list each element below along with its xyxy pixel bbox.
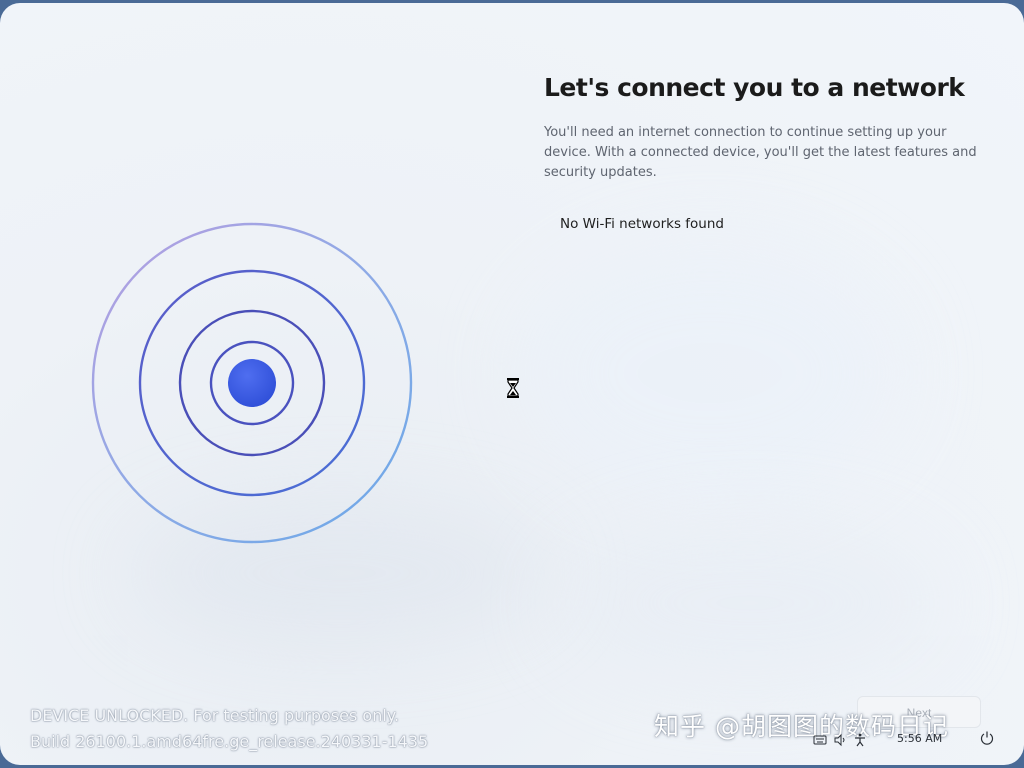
wifi-list-empty-message: No Wi-Fi networks found bbox=[560, 216, 724, 232]
page-description: You'll need an internet connection to co… bbox=[544, 125, 977, 180]
page-title: Let's connect you to a network bbox=[544, 73, 965, 102]
background-glow bbox=[560, 523, 940, 683]
network-rings-icon bbox=[91, 222, 413, 544]
power-icon[interactable] bbox=[979, 730, 995, 746]
keyboard-language-icon[interactable] bbox=[812, 732, 828, 748]
accessibility-icon[interactable] bbox=[852, 732, 868, 748]
device-watermark: DEVICE UNLOCKED. For testing purposes on… bbox=[30, 703, 428, 755]
oobe-window: Let's connect you to a network You'll ne… bbox=[0, 3, 1024, 765]
device-notice-text: DEVICE UNLOCKED. For testing purposes on… bbox=[30, 706, 400, 725]
volume-icon[interactable] bbox=[832, 732, 848, 748]
background-glow bbox=[520, 243, 900, 503]
hourglass-icon bbox=[507, 378, 519, 398]
clock: 5:56 AM bbox=[897, 732, 943, 745]
build-number-text: Build 26100.1.amd64fre.ge_release.240331… bbox=[30, 732, 429, 751]
